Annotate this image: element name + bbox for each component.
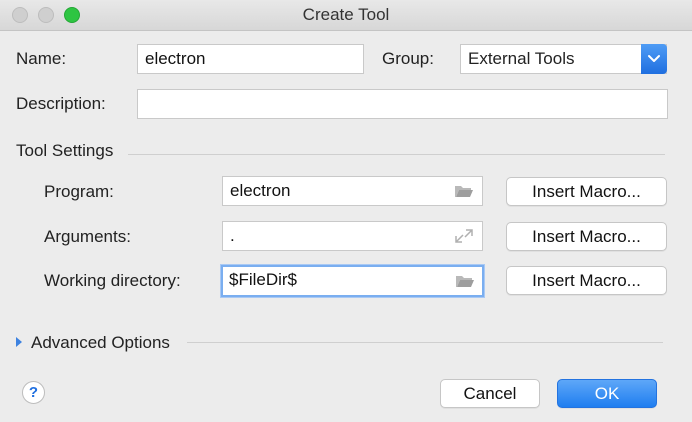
- group-dropdown-button[interactable]: [641, 44, 667, 74]
- tool-settings-separator: [128, 154, 665, 155]
- working-directory-input[interactable]: $FileDir$: [221, 265, 484, 297]
- help-button[interactable]: ?: [22, 381, 45, 404]
- working-directory-insert-macro-button[interactable]: Insert Macro...: [506, 266, 667, 295]
- advanced-options-toggle[interactable]: Advanced Options: [31, 333, 170, 353]
- title-bar: Create Tool: [0, 0, 692, 31]
- name-input-value: electron: [145, 49, 206, 68]
- advanced-options-separator: [187, 342, 663, 343]
- arguments-input-value: .: [230, 226, 235, 245]
- chevron-down-icon: [648, 55, 660, 62]
- group-select[interactable]: External Tools: [460, 44, 667, 74]
- group-label: Group:: [382, 49, 434, 68]
- cancel-button[interactable]: Cancel: [440, 379, 540, 408]
- program-label: Program:: [44, 182, 114, 201]
- description-input[interactable]: [137, 89, 668, 119]
- program-insert-macro-button[interactable]: Insert Macro...: [506, 177, 667, 206]
- group-select-value: External Tools: [468, 49, 575, 68]
- create-tool-dialog: Create Tool Name: electron Group: Extern…: [0, 0, 692, 422]
- working-directory-label: Working directory:: [44, 271, 181, 290]
- tool-settings-heading: Tool Settings: [16, 141, 114, 160]
- disclosure-triangle-icon[interactable]: [16, 337, 22, 347]
- expand-icon[interactable]: [454, 228, 474, 244]
- name-label: Name:: [16, 49, 67, 68]
- name-input[interactable]: electron: [137, 44, 364, 74]
- window-title: Create Tool: [302, 5, 390, 24]
- description-label: Description:: [16, 94, 106, 113]
- program-input-value: electron: [230, 181, 291, 200]
- working-directory-input-value: $FileDir$: [229, 270, 298, 289]
- folder-icon[interactable]: [454, 183, 474, 199]
- arguments-input[interactable]: .: [222, 221, 483, 251]
- arguments-insert-macro-button[interactable]: Insert Macro...: [506, 222, 667, 251]
- folder-icon[interactable]: [455, 273, 475, 289]
- arguments-label: Arguments:: [44, 227, 131, 246]
- ok-button[interactable]: OK: [557, 379, 657, 408]
- program-input[interactable]: electron: [222, 176, 483, 206]
